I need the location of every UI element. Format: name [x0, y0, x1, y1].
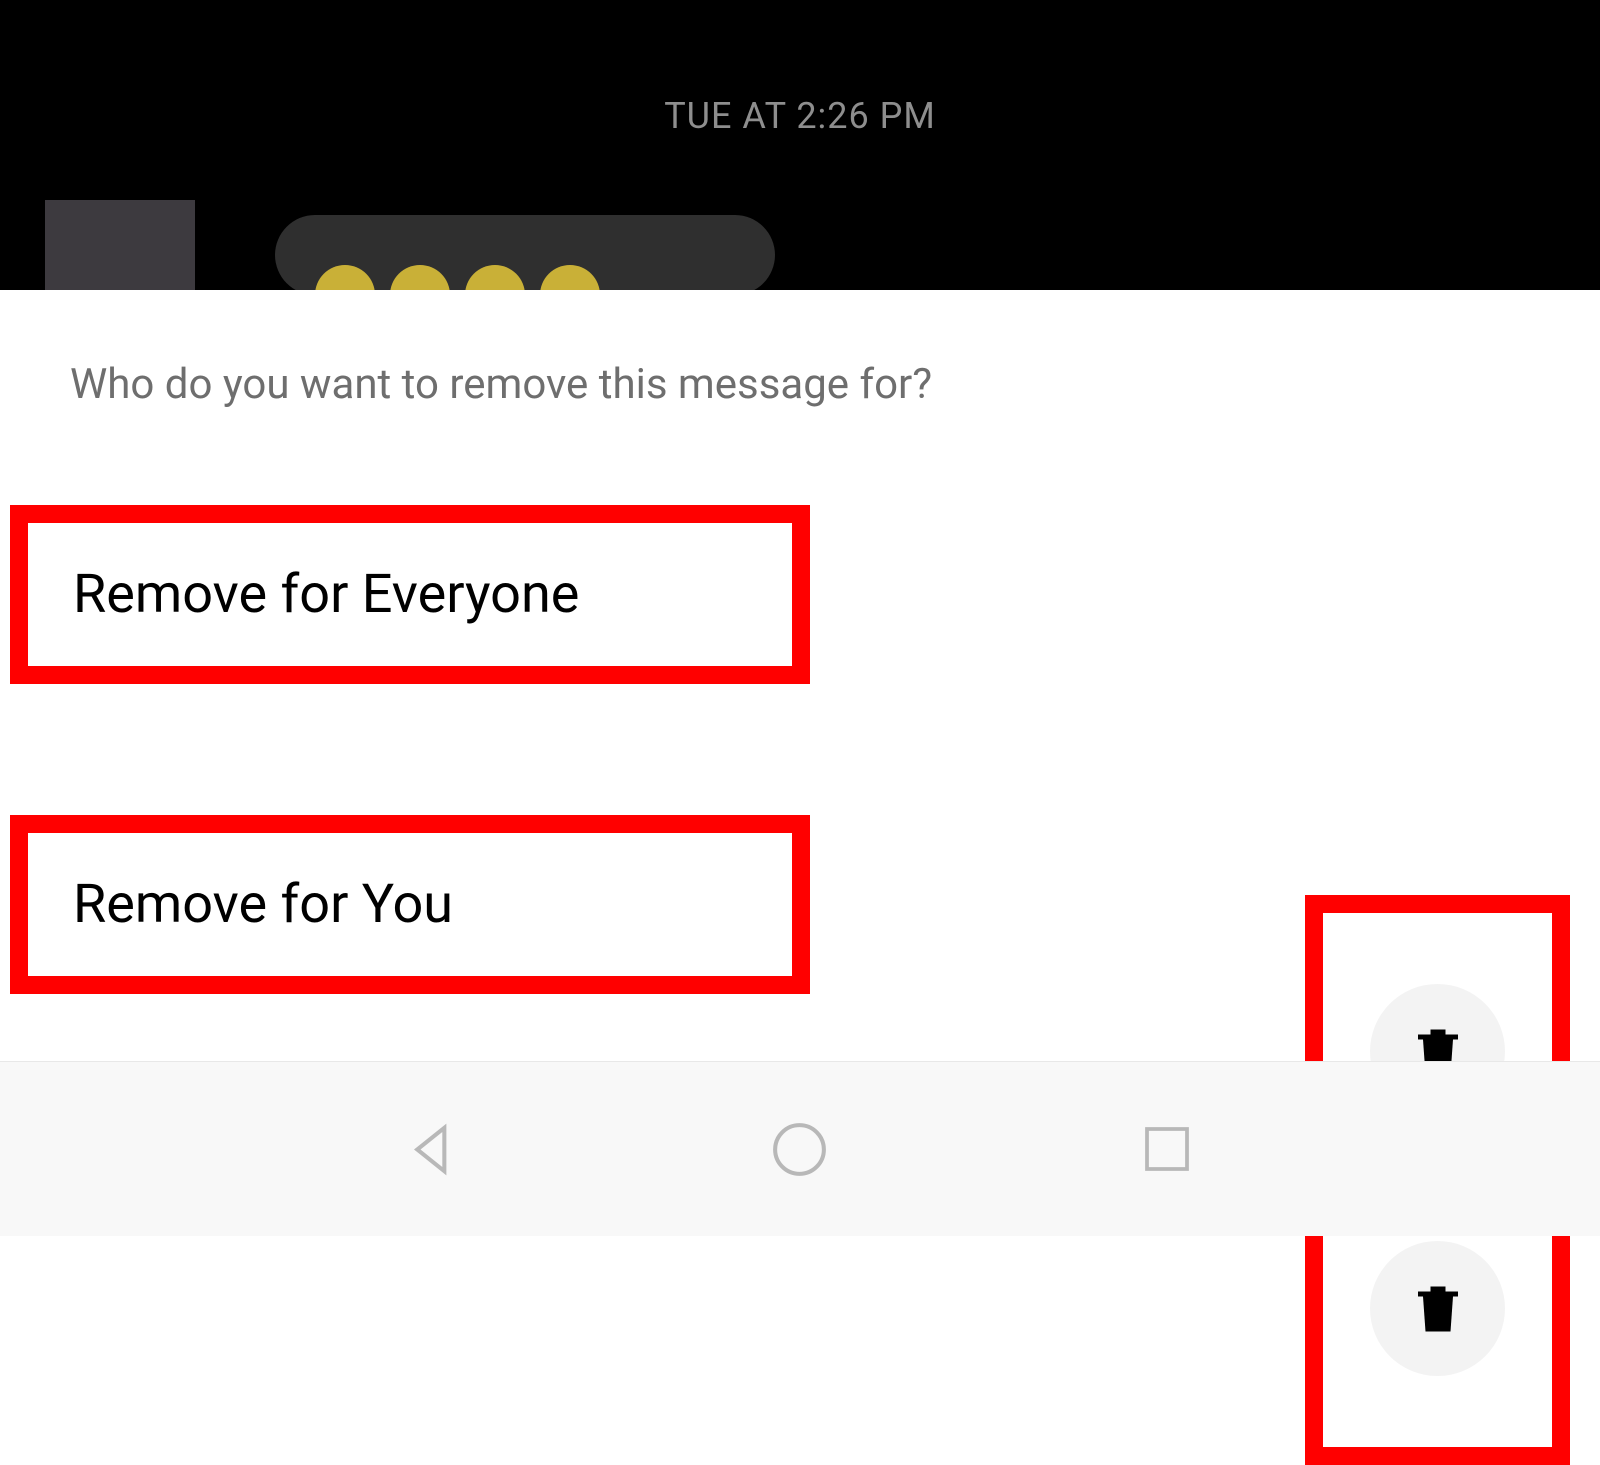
back-icon	[401, 1117, 466, 1182]
home-icon	[767, 1117, 832, 1182]
navigation-bar	[0, 1061, 1600, 1236]
chat-background: TUE AT 2:26 PM	[0, 0, 1600, 290]
avatar[interactable]	[45, 200, 195, 300]
recent-icon	[1137, 1119, 1197, 1179]
trash-icon	[1408, 1274, 1468, 1344]
options-container: Remove for Everyone Remove for You	[0, 439, 1600, 1059]
option-label: Remove for You	[73, 873, 453, 936]
option-remove-you[interactable]: Remove for You	[10, 815, 810, 994]
option-remove-everyone-row: Remove for Everyone	[0, 439, 1600, 749]
trash-button-you[interactable]	[1370, 1241, 1505, 1376]
message-bubble[interactable]	[275, 215, 775, 295]
back-button[interactable]	[396, 1112, 471, 1187]
remove-message-dialog: Who do you want to remove this message f…	[0, 290, 1600, 1059]
home-button[interactable]	[762, 1112, 837, 1187]
message-timestamp: TUE AT 2:26 PM	[0, 0, 1600, 137]
dialog-title: Who do you want to remove this message f…	[0, 290, 1600, 439]
recent-apps-button[interactable]	[1129, 1112, 1204, 1187]
option-label: Remove for Everyone	[73, 563, 579, 626]
option-remove-everyone[interactable]: Remove for Everyone	[10, 505, 810, 684]
